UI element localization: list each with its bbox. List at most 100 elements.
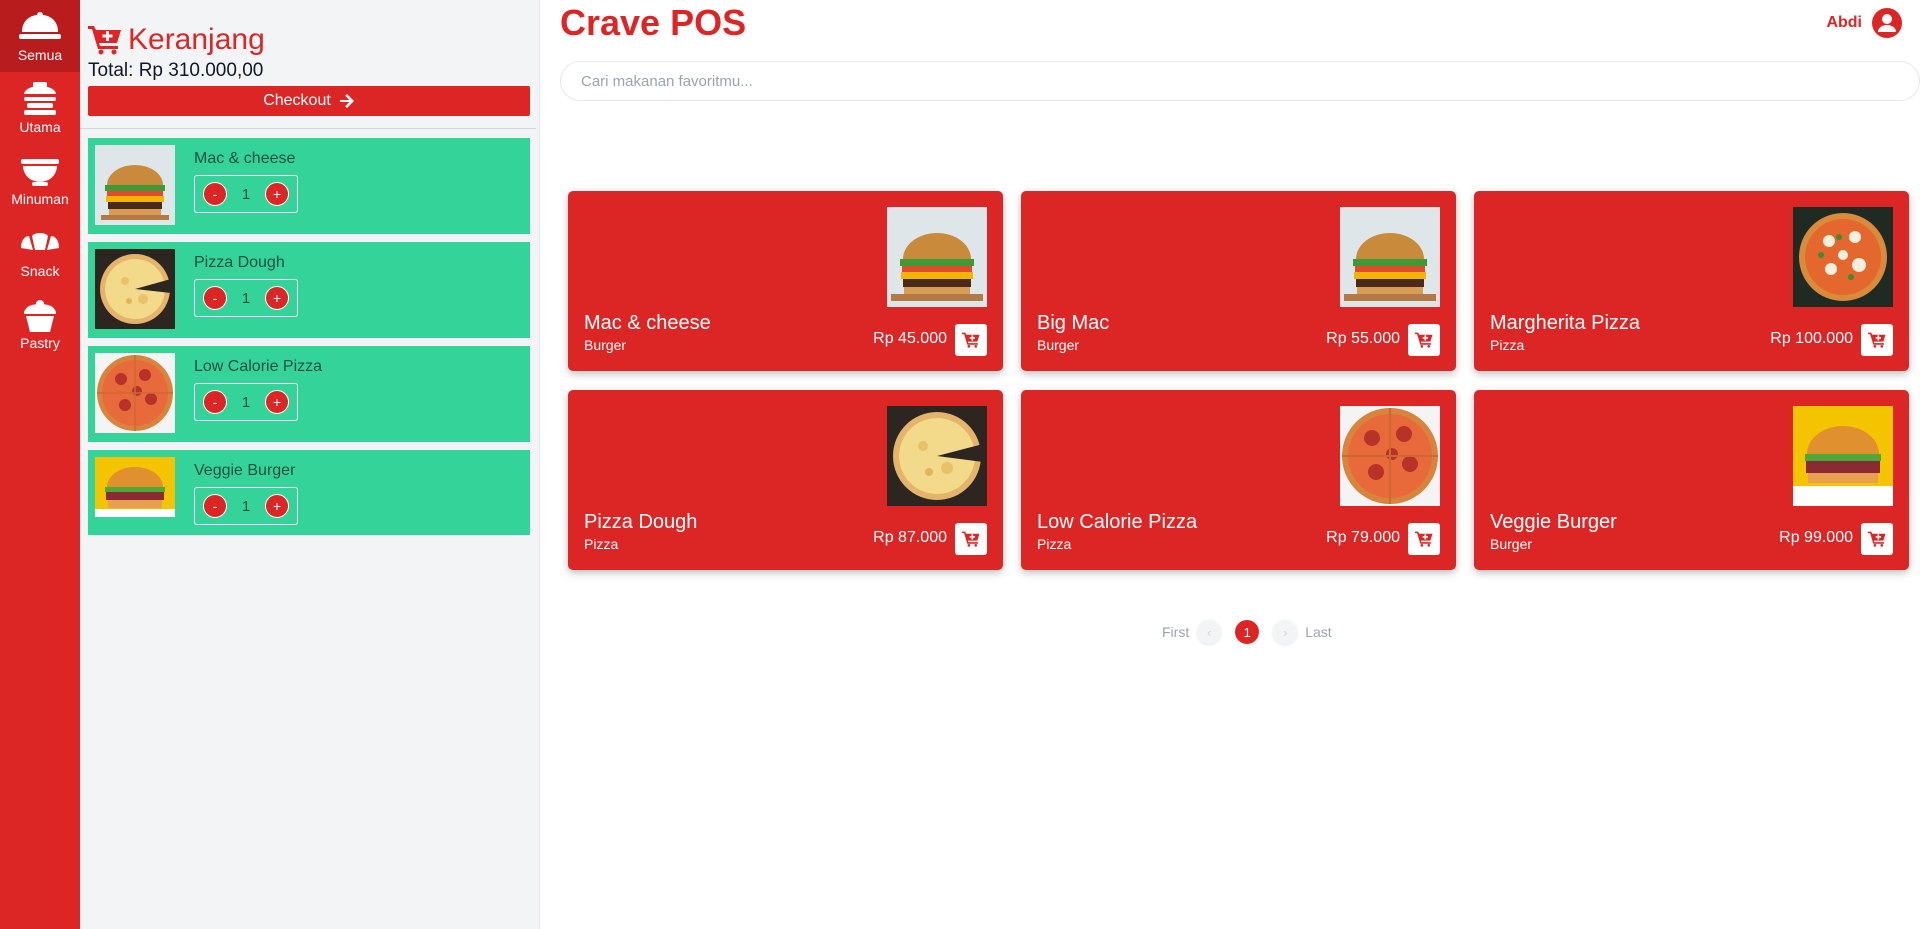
cart-item-info: Veggie Burger - 1 + — [194, 457, 298, 528]
burger-image — [887, 207, 987, 307]
product-category: Burger — [584, 337, 627, 353]
croissant-icon — [21, 232, 59, 250]
product-price: Rp 100.000 — [1770, 330, 1853, 347]
add-to-cart-button[interactable] — [955, 523, 987, 555]
nav-item-pastry[interactable]: Pastry — [0, 288, 80, 360]
veggie-burger-image — [1793, 406, 1893, 506]
quantity-value: 1 — [241, 289, 251, 307]
cart-item: Low Calorie Pizza - 1 + — [88, 346, 530, 442]
cart-item-name: Mac & cheese — [194, 150, 296, 167]
cart-header: Keranjang Total: Rp 310.000,00 Checkout — [80, 0, 539, 116]
pagination: First ‹ 1 › Last — [1162, 620, 1332, 644]
cart-plus-icon — [962, 332, 980, 348]
nav-item-snack[interactable]: Snack — [0, 216, 80, 288]
cart-plus-icon — [88, 26, 121, 55]
product-category: Burger — [1037, 337, 1080, 353]
add-to-cart-button[interactable] — [1861, 324, 1893, 356]
nav-item-semua[interactable]: Semua — [0, 0, 80, 72]
product-name: Mac & cheese — [584, 312, 711, 334]
product-card[interactable]: Big Mac Burger Rp 55.000 — [1021, 191, 1456, 371]
main-content: Crave POS Abdi Mac & cheese Burger Rp 45… — [540, 0, 1920, 929]
cart-item-image — [95, 249, 175, 329]
product-name: Low Calorie Pizza — [1037, 511, 1198, 533]
product-image — [1793, 406, 1893, 506]
cart-total: Total: Rp 310.000,00 — [88, 60, 264, 81]
cart-title: Keranjang — [88, 22, 531, 58]
margherita-pizza-image — [1793, 207, 1893, 307]
cart-list: Mac & cheese - 1 + Pizza Dough - 1 + Low… — [80, 129, 539, 535]
quantity-stepper: - 1 + — [194, 383, 298, 421]
cart-item-name: Pizza Dough — [194, 254, 285, 271]
cart-item: Mac & cheese - 1 + — [88, 138, 530, 234]
checkout-label: Checkout — [263, 92, 331, 109]
nav-item-minuman[interactable]: Minuman — [0, 144, 80, 216]
nav-label: Snack — [20, 262, 60, 279]
product-category: Pizza — [584, 536, 619, 552]
product-card[interactable]: Margherita Pizza Pizza Rp 100.000 — [1474, 191, 1909, 371]
add-to-cart-button[interactable] — [1408, 523, 1440, 555]
product-name: Margherita Pizza — [1490, 312, 1641, 334]
cart-item-name: Low Calorie Pizza — [194, 358, 323, 375]
add-to-cart-button[interactable] — [1408, 324, 1440, 356]
product-card[interactable]: Pizza Dough Pizza Rp 87.000 — [568, 390, 1003, 570]
category-nav: Semua Utama Minuman Snack Pastry — [0, 0, 80, 929]
first-page-link[interactable]: First — [1162, 624, 1189, 640]
quantity-value: 1 — [241, 185, 251, 203]
veggie-burger-image — [95, 457, 175, 517]
product-card[interactable]: Veggie Burger Burger Rp 99.000 — [1474, 390, 1909, 570]
user-avatar-icon — [1872, 8, 1902, 38]
increase-button[interactable]: + — [265, 182, 289, 206]
user-menu[interactable]: Abdi — [1826, 8, 1902, 38]
increase-button[interactable]: + — [265, 494, 289, 518]
product-category: Pizza — [1037, 536, 1072, 552]
product-card[interactable]: Mac & cheese Burger Rp 45.000 — [568, 191, 1003, 371]
nav-item-utama[interactable]: Utama — [0, 72, 80, 144]
cart-item-info: Mac & cheese - 1 + — [194, 145, 298, 227]
search-input[interactable] — [560, 61, 1920, 101]
increase-button[interactable]: + — [265, 286, 289, 310]
cloche-icon — [19, 11, 61, 39]
cart-item-image — [95, 457, 175, 517]
cart-plus-icon — [1868, 332, 1886, 348]
decrease-button[interactable]: - — [203, 390, 227, 414]
decrease-button[interactable]: - — [203, 494, 227, 518]
page-button-1[interactable]: 1 — [1235, 620, 1260, 644]
checkout-button[interactable]: Checkout — [88, 86, 530, 116]
cart-item: Pizza Dough - 1 + — [88, 242, 530, 338]
product-card[interactable]: Low Calorie Pizza Pizza Rp 79.000 — [1021, 390, 1456, 570]
quantity-stepper: - 1 + — [194, 279, 298, 317]
product-image — [1793, 207, 1893, 307]
cart-item-info: Pizza Dough - 1 + — [194, 249, 298, 331]
product-price: Rp 55.000 — [1326, 330, 1400, 347]
decrease-button[interactable]: - — [203, 286, 227, 310]
cheese-pizza-image — [887, 406, 987, 506]
cupcake-icon — [24, 299, 56, 332]
cart-panel: Keranjang Total: Rp 310.000,00 Checkout … — [80, 0, 540, 929]
product-image — [1340, 207, 1440, 307]
add-to-cart-button[interactable] — [955, 324, 987, 356]
cart-item: Veggie Burger - 1 + — [88, 450, 530, 535]
cart-item-info: Low Calorie Pizza - 1 + — [194, 353, 322, 435]
nav-label: Minuman — [11, 190, 69, 207]
app: Semua Utama Minuman Snack Pastry Keranja… — [0, 0, 1920, 929]
burger-image — [1340, 207, 1440, 307]
quantity-value: 1 — [241, 393, 251, 411]
cart-plus-icon — [962, 531, 980, 547]
arrow-right-icon — [339, 94, 354, 108]
last-page-link[interactable]: Last — [1305, 624, 1331, 640]
product-price: Rp 99.000 — [1779, 529, 1853, 546]
cart-plus-icon — [1415, 531, 1433, 547]
product-name: Veggie Burger — [1490, 511, 1617, 533]
burger-icon — [24, 81, 56, 115]
product-category: Pizza — [1490, 337, 1525, 353]
decrease-button[interactable]: - — [203, 182, 227, 206]
quantity-stepper: - 1 + — [194, 487, 298, 525]
add-to-cart-button[interactable] — [1861, 523, 1893, 555]
increase-button[interactable]: + — [265, 390, 289, 414]
product-name: Big Mac — [1037, 312, 1110, 334]
product-price: Rp 79.000 — [1326, 529, 1400, 546]
prev-page-button[interactable]: ‹ — [1197, 620, 1222, 644]
next-page-button[interactable]: › — [1273, 620, 1298, 644]
bowl-icon — [21, 158, 59, 186]
nav-label: Pastry — [20, 334, 60, 351]
